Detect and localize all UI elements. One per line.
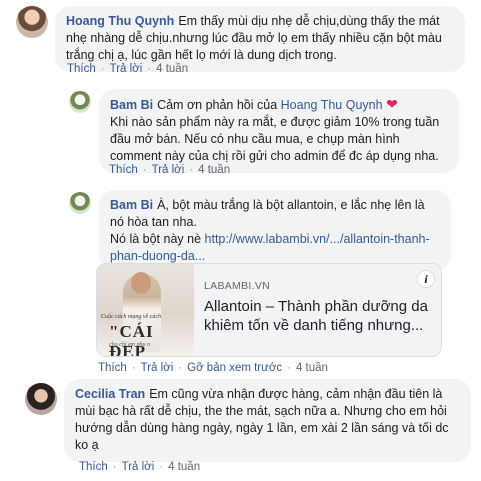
preview-domain: LABAMBI.VN: [204, 280, 271, 292]
comment-author[interactable]: Bam Bi: [110, 198, 153, 212]
comment-actions: Thích · Trả lời · 4 tuần: [109, 164, 231, 176]
reply-link[interactable]: Trả lời: [110, 63, 143, 75]
comment-bubble: Cecilia Tran Em cũng vừa nhận được hàng, …: [64, 379, 471, 462]
comment-actions: Thích · Trả lời · 4 tuần: [67, 63, 189, 75]
mention-link[interactable]: Hoang Thu Quynh: [281, 98, 383, 112]
comment-text: À, bột màu trắng là bột allantoin, e lắc…: [110, 198, 425, 229]
preview-body[interactable]: LABAMBI.VN Allantoin – Thành phần dưỡng …: [194, 264, 441, 356]
like-link[interactable]: Thích: [98, 362, 127, 374]
avatar[interactable]: [69, 192, 91, 214]
link-preview-card[interactable]: Cuộc cách mạng về cách "CÁI ĐẸP cho chỉ …: [96, 263, 442, 357]
comment-bubble: Bam Bi À, bột màu trắng là bột allantoin,…: [99, 190, 451, 271]
reply-link[interactable]: Trả lời: [141, 362, 174, 374]
preview-thumbnail[interactable]: Cuộc cách mạng về cách "CÁI ĐẸP cho chỉ …: [97, 264, 194, 356]
preview-title[interactable]: Allantoin – Thành phần dưỡng da khiêm tố…: [204, 297, 431, 335]
like-link[interactable]: Thích: [67, 63, 96, 75]
info-icon[interactable]: i: [417, 270, 435, 288]
comment-text-2: Nó là bột này nè: [110, 232, 202, 246]
comment-actions: Thích · Trả lời · 4 tuần: [79, 461, 201, 473]
reply-link[interactable]: Trả lời: [122, 461, 155, 473]
comment-bam-bi-reply-2: Bam Bi À, bột màu trắng là bột allantoin,…: [69, 190, 469, 271]
comment-author[interactable]: Cecilia Tran: [75, 387, 145, 401]
comment-bam-bi-reply-1: Bam Bi Cảm ơn phản hồi của Hoang Thu Quyn…: [69, 89, 469, 173]
like-link[interactable]: Thích: [79, 461, 108, 473]
comment-bubble: Bam Bi Cảm ơn phản hồi của Hoang Thu Quyn…: [99, 89, 459, 173]
comment-author[interactable]: Hoang Thu Quynh: [66, 14, 174, 28]
remove-preview-link[interactable]: Gỡ bản xem trước: [187, 362, 282, 374]
like-link[interactable]: Thích: [109, 164, 138, 176]
thumbnail-caption-bottom: cho chỉ em phụ n: [109, 342, 150, 348]
comment-actions: Thích · Trả lời · Gỡ bản xem trước · 4 tuần: [98, 362, 328, 374]
thumbnail-caption-big: "CÁI ĐẸP: [109, 322, 154, 356]
timestamp[interactable]: 4 tuần: [296, 362, 328, 374]
heart-icon: ❤: [386, 96, 398, 112]
comment-cecilia-tran: Cecilia Tran Em cũng vừa nhận được hàng, …: [25, 379, 471, 462]
timestamp[interactable]: 4 tuần: [198, 164, 230, 176]
avatar[interactable]: [16, 6, 48, 38]
avatar[interactable]: [25, 383, 57, 415]
comment-text-prefix: Cảm ơn phản hồi của: [157, 98, 278, 112]
model-head: [131, 272, 151, 294]
avatar[interactable]: [69, 91, 91, 113]
comment-text: Khi nào sản phẩm này ra mắt, e được giảm…: [110, 115, 440, 163]
reply-link[interactable]: Trả lời: [152, 164, 185, 176]
timestamp[interactable]: 4 tuần: [168, 461, 200, 473]
thumbnail-caption-small: Cuộc cách mạng về cách: [101, 314, 161, 320]
timestamp[interactable]: 4 tuần: [156, 63, 188, 75]
comment-author[interactable]: Bam Bi: [110, 98, 153, 112]
